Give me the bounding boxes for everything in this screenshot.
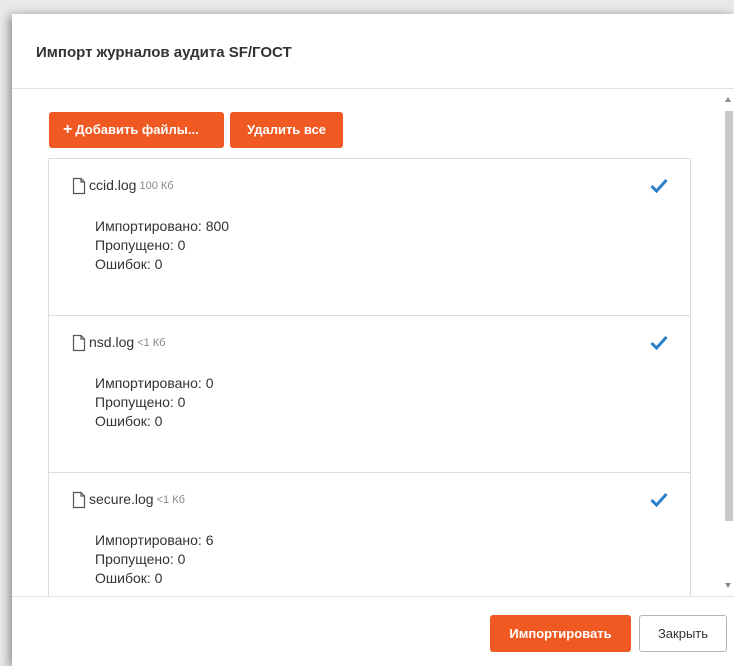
skipped-count: Пропущено: 0	[95, 394, 186, 410]
skipped-count: Пропущено: 0	[95, 237, 186, 253]
dialog-header: Импорт журналов аудита SF/ГОСТ	[12, 14, 734, 89]
add-files-label: Добавить файлы...	[75, 122, 199, 137]
scroll-up-arrow-icon[interactable]	[725, 97, 731, 102]
file-size: <1 Кб	[156, 494, 185, 506]
file-header: secure.log <1 Кб	[71, 491, 185, 509]
file-size: 100 Кб	[139, 180, 174, 192]
errors-count: Ошибок: 0	[95, 256, 163, 272]
file-item: nsd.log <1 Кб Импортировано: 0 Пропущено:…	[49, 316, 690, 473]
close-button[interactable]: Закрыть	[639, 615, 727, 652]
file-item: ccid.log 100 Кб Импортировано: 800 Пропущ…	[49, 159, 690, 316]
scroll-thumb[interactable]	[725, 111, 733, 521]
file-list: ccid.log 100 Кб Импортировано: 800 Пропущ…	[48, 158, 691, 596]
file-icon	[72, 334, 86, 352]
file-icon	[72, 491, 86, 509]
dialog-body: + Добавить файлы... Удалить все ccid.log 1…	[12, 89, 734, 596]
import-dialog: Импорт журналов аудита SF/ГОСТ + Добавить…	[12, 14, 734, 666]
import-button[interactable]: Импортировать	[490, 615, 631, 652]
file-size: <1 Кб	[137, 337, 166, 349]
imported-count: Импортировано: 800	[95, 218, 230, 234]
scroll-down-arrow-icon[interactable]	[725, 583, 731, 588]
dialog-footer: Импортировать Закрыть	[12, 596, 734, 666]
check-icon	[650, 492, 668, 507]
delete-all-button[interactable]: Удалить все	[230, 112, 343, 148]
check-icon	[650, 178, 668, 193]
errors-count: Ошибок: 0	[95, 570, 163, 586]
file-name: secure.log	[89, 491, 154, 507]
file-icon	[72, 177, 86, 195]
imported-count: Импортировано: 6	[95, 532, 214, 548]
add-files-button[interactable]: + Добавить файлы...	[49, 112, 224, 148]
file-stats: Импортировано: 6 Пропущено: 0 Ошибок: 0	[95, 531, 214, 588]
plus-icon: +	[63, 121, 73, 138]
file-stats: Импортировано: 0 Пропущено: 0 Ошибок: 0	[95, 374, 214, 431]
dialog-title: Импорт журналов аудита SF/ГОСТ	[36, 44, 292, 61]
skipped-count: Пропущено: 0	[95, 551, 186, 567]
file-header: ccid.log 100 Кб	[71, 177, 174, 195]
scrollbar[interactable]	[723, 89, 734, 596]
file-name: ccid.log	[89, 177, 137, 193]
errors-count: Ошибок: 0	[95, 413, 163, 429]
file-header: nsd.log <1 Кб	[71, 334, 165, 352]
file-name: nsd.log	[89, 334, 135, 350]
check-icon	[650, 335, 668, 350]
file-stats: Импортировано: 800 Пропущено: 0 Ошибок: …	[95, 217, 229, 274]
imported-count: Импортировано: 0	[95, 375, 214, 391]
file-item: secure.log <1 Кб Импортировано: 6 Пропуще…	[49, 473, 690, 596]
